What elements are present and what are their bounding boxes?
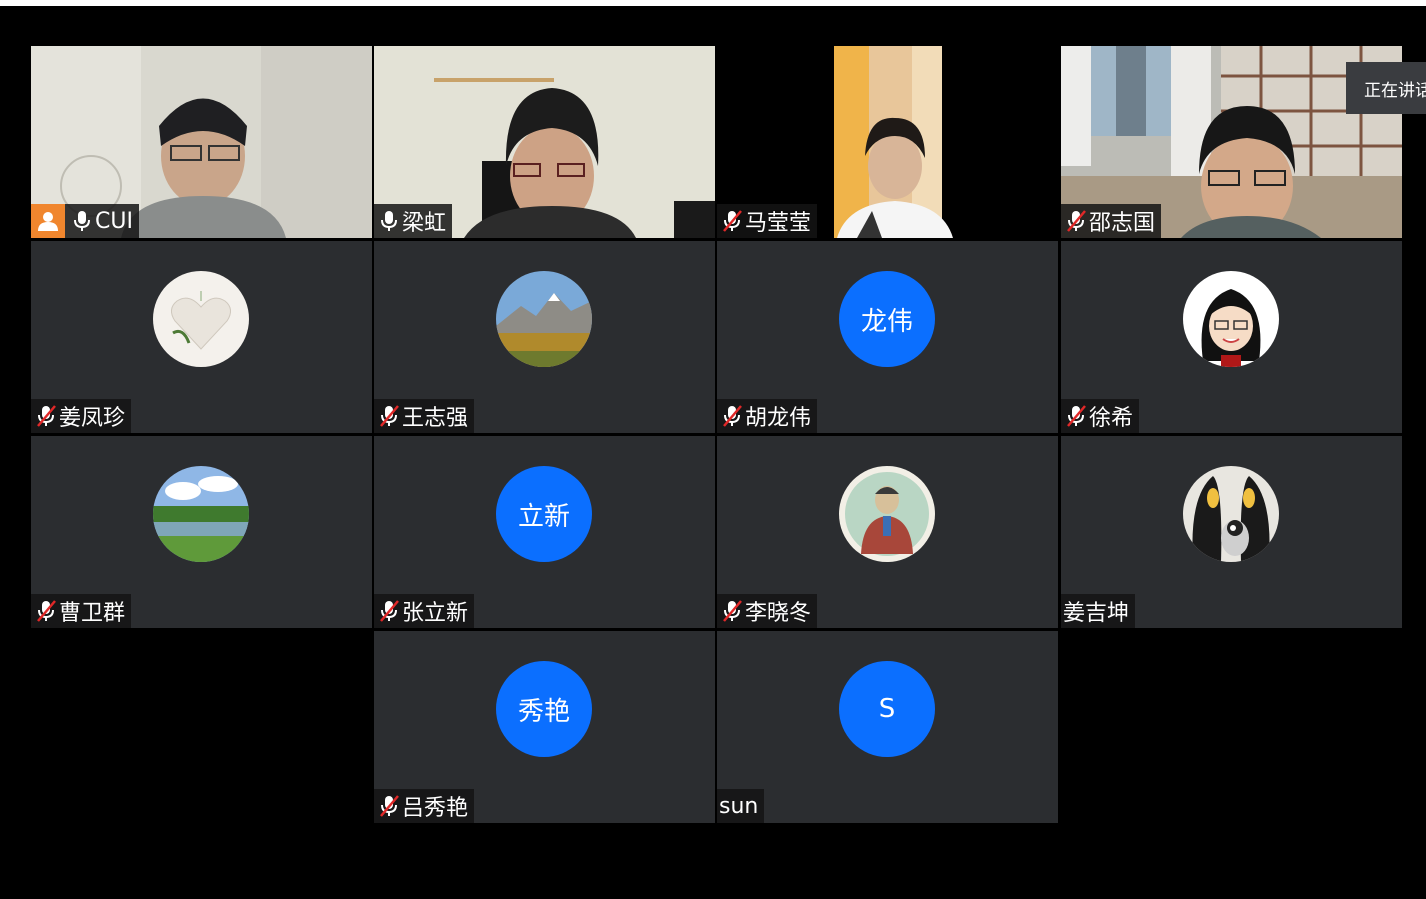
participant-name: 吕秀艳 bbox=[402, 796, 469, 821]
participant-name: sun bbox=[719, 793, 759, 819]
mic-muted-icon bbox=[36, 404, 57, 428]
participant-name: 姜吉坤 bbox=[1063, 601, 1130, 626]
name-label: 李晓冬 bbox=[717, 594, 818, 628]
participant-name: 李晓冬 bbox=[745, 601, 812, 626]
name-label: 徐希 bbox=[1061, 399, 1140, 433]
name-label: 邵志国 bbox=[1061, 204, 1162, 238]
tile-lixiaodong[interactable]: 李晓冬 bbox=[717, 436, 1058, 628]
drawing-portrait-avatar bbox=[839, 466, 935, 562]
tile-zhanglixin[interactable]: 立新 张立新 bbox=[374, 436, 715, 628]
participant-name: 张立新 bbox=[402, 601, 469, 626]
mic-muted-icon bbox=[1066, 209, 1087, 233]
tile-lvxiuyan[interactable]: 秀艳 吕秀艳 bbox=[374, 631, 715, 823]
participant-name: CUI bbox=[95, 208, 133, 234]
name-label: CUI bbox=[31, 204, 139, 238]
initials-avatar: 龙伟 bbox=[839, 271, 935, 367]
tile-jiangjikun[interactable]: 姜吉坤 bbox=[1061, 436, 1402, 628]
initials-avatar: 立新 bbox=[496, 466, 592, 562]
tile-sun[interactable]: S sun bbox=[717, 631, 1058, 823]
participant-name: 徐希 bbox=[1089, 406, 1134, 431]
cartoon-woman-avatar bbox=[1183, 271, 1279, 367]
video-tile-cui[interactable]: CUI bbox=[31, 46, 372, 238]
participant-name: 梁虹 bbox=[402, 211, 447, 236]
initials-avatar: S bbox=[839, 661, 935, 757]
heart-sign-avatar bbox=[153, 271, 249, 367]
name-label: 胡龙伟 bbox=[717, 399, 818, 433]
mic-muted-icon bbox=[379, 404, 400, 428]
speaking-indicator-text: 正在讲话 bbox=[1364, 80, 1426, 101]
video-tile-lianghong[interactable]: 梁虹 bbox=[374, 46, 715, 238]
mic-icon bbox=[74, 210, 90, 232]
tile-hulongwei[interactable]: 龙伟 胡龙伟 bbox=[717, 241, 1058, 433]
mic-muted-icon bbox=[379, 794, 400, 818]
mic-muted-icon bbox=[379, 599, 400, 623]
name-label: 张立新 bbox=[374, 594, 475, 628]
lake-avatar bbox=[153, 466, 249, 562]
penguin-avatar bbox=[1183, 466, 1279, 562]
name-label: 姜吉坤 bbox=[1061, 594, 1136, 628]
host-person-icon bbox=[31, 204, 65, 238]
tile-jiangfengzhen[interactable]: 姜凤珍 bbox=[31, 241, 372, 433]
participant-name: 王志强 bbox=[402, 406, 469, 431]
name-label: 马莹莹 bbox=[717, 204, 818, 238]
window-top-edge bbox=[0, 0, 1426, 6]
participant-name: 胡龙伟 bbox=[745, 406, 812, 431]
tile-xuxi[interactable]: 徐希 bbox=[1061, 241, 1402, 433]
participant-name: 邵志国 bbox=[1089, 211, 1156, 236]
participant-name: 马莹莹 bbox=[745, 211, 812, 236]
name-label: 王志强 bbox=[374, 399, 475, 433]
name-label: 梁虹 bbox=[374, 204, 453, 238]
name-label: 吕秀艳 bbox=[374, 789, 475, 823]
name-label: 姜凤珍 bbox=[31, 399, 132, 433]
participant-name: 曹卫群 bbox=[59, 601, 126, 626]
mic-muted-icon bbox=[722, 209, 743, 233]
name-label: sun bbox=[717, 789, 765, 823]
mountain-avatar bbox=[496, 271, 592, 367]
tile-caoweiqun[interactable]: 曹卫群 bbox=[31, 436, 372, 628]
mic-muted-icon bbox=[36, 599, 57, 623]
mic-icon bbox=[381, 210, 397, 232]
speaking-indicator: 正在讲话 bbox=[1346, 62, 1426, 114]
initials-avatar: 秀艳 bbox=[496, 661, 592, 757]
participant-name: 姜凤珍 bbox=[59, 406, 126, 431]
tile-wangzhiqiang[interactable]: 王志强 bbox=[374, 241, 715, 433]
name-label: 曹卫群 bbox=[31, 594, 132, 628]
mic-muted-icon bbox=[722, 599, 743, 623]
mic-muted-icon bbox=[722, 404, 743, 428]
mic-muted-icon bbox=[1066, 404, 1087, 428]
video-tile-mayingying[interactable]: 马莹莹 bbox=[717, 46, 1058, 238]
